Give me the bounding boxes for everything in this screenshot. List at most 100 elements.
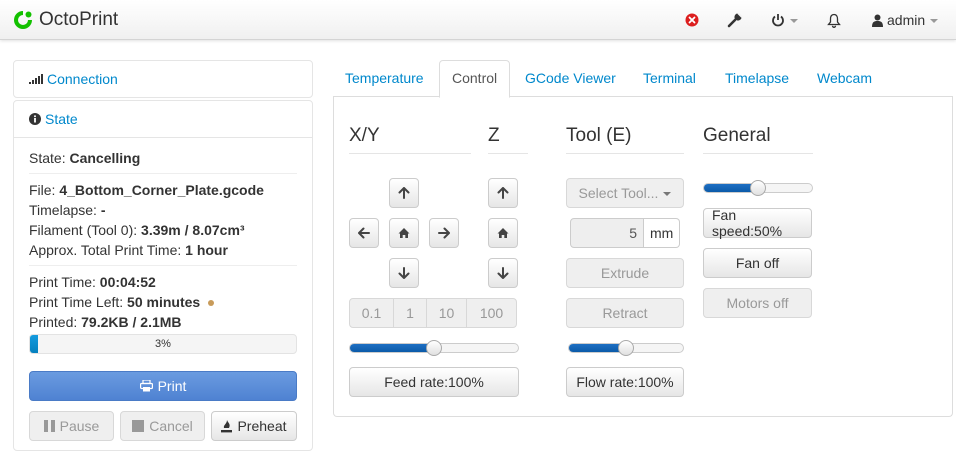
control-tab-content: X/Y 0.1 1 10 100 Feed rate:100% Z Tool (… (333, 96, 953, 417)
y-plus-button[interactable] (389, 178, 419, 208)
state-panel: State State: Cancelling File: 4_Bottom_C… (13, 100, 313, 451)
xy-title: X/Y (349, 124, 471, 154)
fan-speed-slider[interactable] (703, 180, 813, 196)
tab-temperature[interactable]: Temperature (333, 60, 436, 97)
connection-title: Connection (47, 71, 118, 87)
print-progress-text: 3% (155, 338, 171, 350)
info-icon (29, 113, 41, 125)
navbar: OctoPrint admin (0, 0, 956, 40)
divider (29, 265, 297, 266)
approx-time-line: Approx. Total Print Time: 1 hour (29, 242, 228, 258)
brand-name: OctoPrint (39, 9, 119, 30)
arrow-down-icon (398, 267, 410, 279)
z-title: Z (488, 124, 528, 154)
preheat-button[interactable]: Preheat (211, 411, 297, 441)
octoprint-logo-icon (12, 9, 34, 31)
brand[interactable]: OctoPrint (12, 8, 118, 32)
estimate-dot-icon[interactable] (208, 300, 215, 307)
z-plus-button[interactable] (488, 178, 518, 208)
arrow-up-icon (398, 187, 410, 199)
connection-header[interactable]: Connection (14, 61, 312, 97)
file-name: 4_Bottom_Corner_Plate.gcode (59, 182, 264, 198)
state-header[interactable]: State (14, 101, 312, 137)
arrow-left-icon (358, 227, 370, 239)
user-icon (872, 14, 883, 27)
motors-off-button[interactable]: Motors off (703, 288, 812, 318)
feed-rate-slider[interactable] (349, 340, 519, 356)
stop-icon (132, 420, 145, 432)
timelapse-line: Timelapse: - (29, 202, 106, 218)
tool-title: Tool (E) (566, 124, 684, 154)
bell-icon[interactable] (827, 8, 841, 32)
fan-off-button[interactable]: Fan off (703, 248, 812, 278)
general-title: General (703, 124, 813, 154)
state-line: State: Cancelling (29, 150, 141, 166)
home-icon (398, 228, 410, 238)
flow-rate-slider[interactable] (568, 340, 684, 356)
feed-rate-handle[interactable] (426, 340, 442, 356)
error-status-icon[interactable] (685, 8, 699, 32)
connection-panel: Connection (13, 60, 313, 98)
pause-icon (43, 420, 55, 432)
cancel-button[interactable]: Cancel (120, 411, 205, 441)
flow-rate-button[interactable]: Flow rate:100% (566, 367, 684, 397)
wrench-icon[interactable] (727, 8, 743, 32)
pause-button[interactable]: Pause (29, 411, 114, 441)
step-1-button[interactable]: 1 (393, 298, 427, 328)
time-left-line: Print Time Left: 50 minutes (29, 292, 297, 312)
print-time-value: 00:04:52 (99, 274, 156, 290)
extrude-button[interactable]: Extrude (566, 258, 684, 288)
tab-terminal[interactable]: Terminal (631, 60, 708, 97)
tab-webcam[interactable]: Webcam (805, 60, 884, 97)
time-left-value: 50 minutes (127, 294, 201, 310)
timelapse-value: - (100, 202, 106, 218)
extrude-unit: mm (644, 218, 681, 248)
step-100-button[interactable]: 100 (466, 298, 517, 328)
power-menu[interactable] (771, 8, 798, 32)
feed-rate-button[interactable]: Feed rate:100% (349, 367, 519, 397)
x-minus-button[interactable] (349, 218, 379, 248)
fire-icon (221, 419, 233, 433)
chevron-down-icon (790, 19, 798, 23)
step-size-group: 0.1 1 10 100 (349, 298, 517, 328)
xy-home-button[interactable] (389, 218, 419, 248)
tab-gcode-viewer[interactable]: GCode Viewer (513, 60, 628, 97)
arrow-right-icon (438, 227, 450, 239)
home-icon (497, 228, 509, 238)
power-icon (771, 13, 785, 27)
main-tabs: Temperature Control GCode Viewer Termina… (333, 60, 953, 98)
signal-icon (29, 74, 43, 84)
tab-control[interactable]: Control (439, 60, 511, 98)
y-minus-button[interactable] (389, 258, 419, 288)
flow-rate-handle[interactable] (618, 340, 634, 356)
chevron-down-icon (930, 19, 939, 23)
arrow-down-icon (497, 267, 509, 279)
state-value: Cancelling (69, 150, 141, 166)
extrude-amount-input[interactable] (570, 218, 644, 248)
retract-button[interactable]: Retract (566, 298, 684, 328)
print-progress-bar: 3% (29, 334, 297, 354)
arrow-up-icon (497, 187, 509, 199)
printed-value: 79.2KB / 2.1MB (81, 314, 182, 330)
step-10-button[interactable]: 10 (426, 298, 467, 328)
print-button[interactable]: Print (29, 371, 297, 401)
x-plus-button[interactable] (429, 218, 459, 248)
divider (29, 173, 297, 174)
print-time-line: Print Time: 00:04:52 (29, 274, 156, 290)
z-minus-button[interactable] (488, 258, 518, 288)
user-menu[interactable]: admin (872, 8, 939, 32)
tab-timelapse[interactable]: Timelapse (713, 60, 801, 97)
state-title: State (45, 111, 78, 127)
printed-line: Printed: 79.2KB / 2.1MB (29, 314, 182, 330)
fan-speed-handle[interactable] (750, 180, 766, 196)
feed-rate-fill (350, 344, 434, 352)
step-0-1-button[interactable]: 0.1 (349, 298, 394, 328)
approx-time-value: 1 hour (185, 242, 228, 258)
filament-value: 3.39m / 8.07cm³ (141, 222, 245, 238)
fan-speed-button[interactable]: Fan speed:50% (703, 207, 812, 239)
z-home-button[interactable] (488, 218, 518, 248)
chevron-down-icon (663, 192, 672, 196)
select-tool-dropdown[interactable]: Select Tool... (566, 178, 684, 208)
user-name: admin (887, 12, 926, 28)
filament-line: Filament (Tool 0): 3.39m / 8.07cm³ (29, 222, 245, 238)
